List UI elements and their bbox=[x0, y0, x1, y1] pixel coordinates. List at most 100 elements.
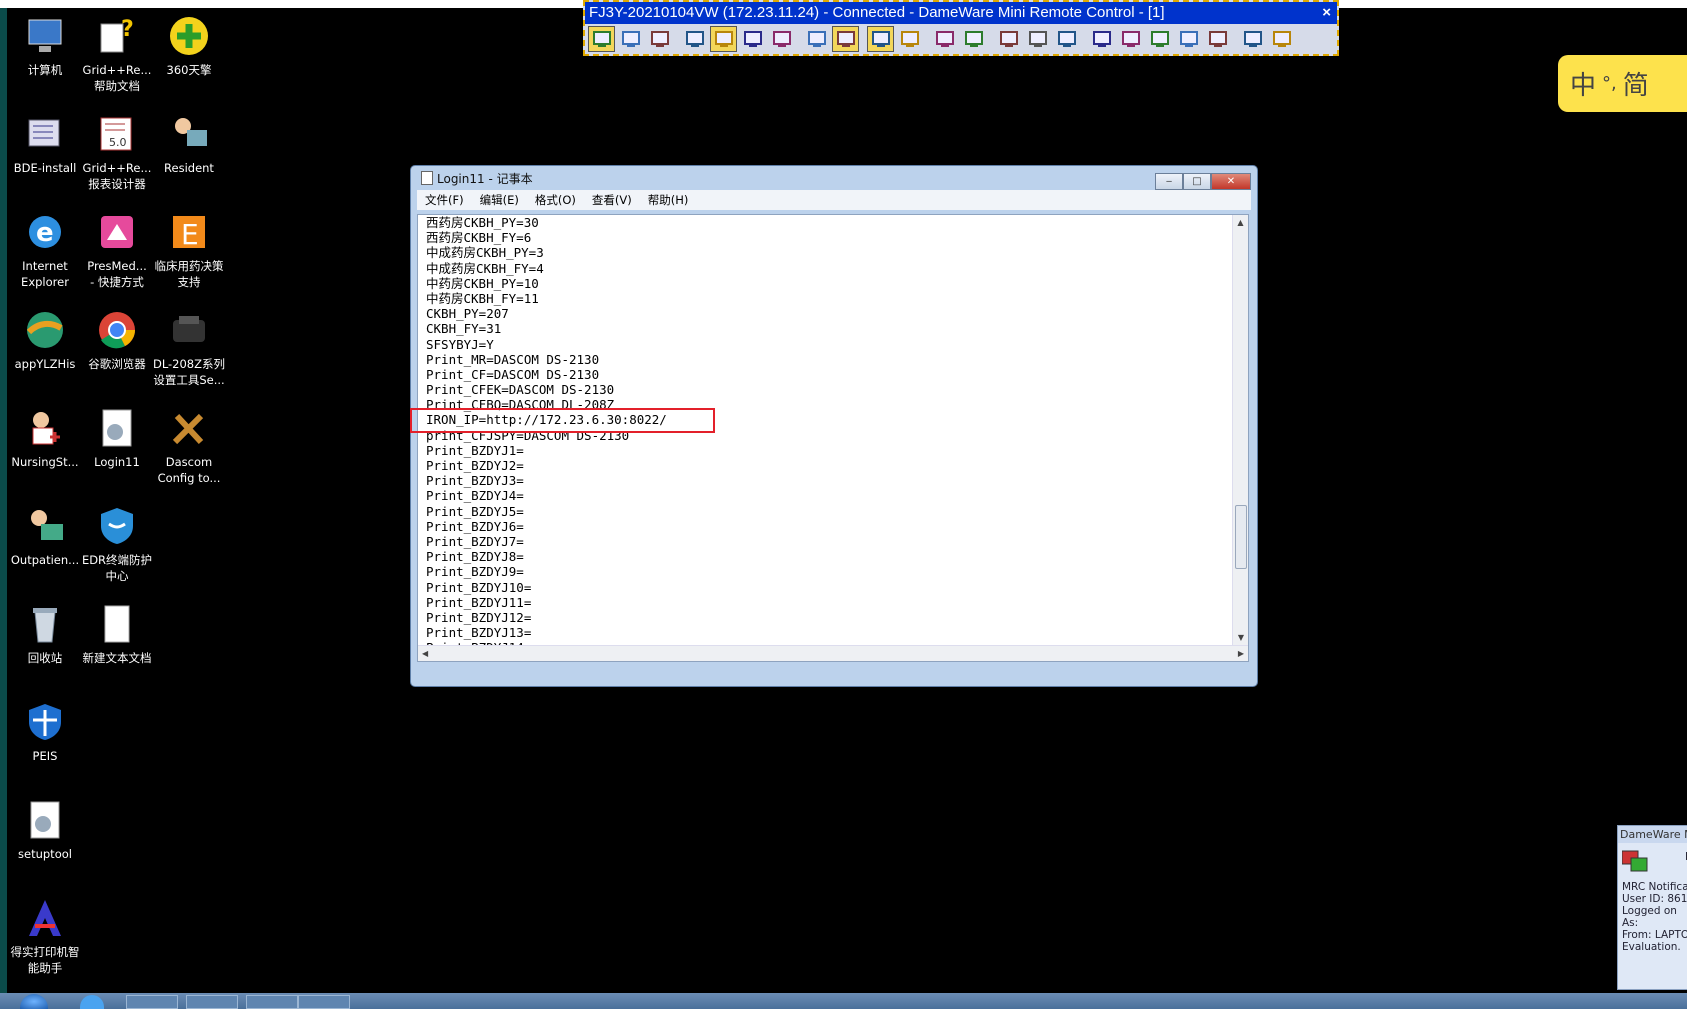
text-line: 中药房CKBH_FY=11 bbox=[426, 290, 539, 306]
ab-icon[interactable] bbox=[739, 26, 766, 52]
scroll-thumb[interactable] bbox=[1235, 505, 1247, 569]
text-line: Print_BZDYJ12= bbox=[426, 609, 532, 625]
flag-icon[interactable] bbox=[896, 26, 923, 52]
desktop-icon[interactable]: Login11 bbox=[78, 406, 156, 470]
printer-tool-icon bbox=[173, 316, 205, 342]
menu-item[interactable]: 格式(O) bbox=[527, 192, 584, 208]
move-icon[interactable] bbox=[710, 26, 737, 52]
close-button[interactable]: ✕ bbox=[1211, 173, 1251, 190]
notepad-title-bar[interactable]: Login11 - 记事本 ‒ □ ✕ bbox=[411, 166, 1257, 190]
desktop-icon-label: Resident bbox=[164, 161, 214, 175]
nursing-icon bbox=[32, 412, 60, 445]
taskbar-button-4[interactable] bbox=[298, 995, 350, 1009]
text-line: SFSYBYJ=Y bbox=[426, 336, 494, 352]
screen-icon[interactable] bbox=[617, 26, 644, 52]
close-remote-icon[interactable] bbox=[1146, 26, 1173, 52]
transfer-icon[interactable] bbox=[1088, 26, 1115, 52]
keyboard-icon[interactable] bbox=[832, 26, 859, 52]
desktop-icon-label: Outpatien... bbox=[10, 553, 80, 567]
cursor-select-icon[interactable] bbox=[867, 26, 894, 52]
notepad-text-area[interactable]: 西药房CKBH_PY=30 西药房CKBH_FY=6 中成药房CKBH_PY=3 中成… bbox=[417, 214, 1249, 662]
desktop-icon-label: EDR终端防护 中心 bbox=[81, 553, 153, 583]
scroll-up-icon[interactable]: ▲ bbox=[1233, 215, 1248, 231]
desktop-icon[interactable]: 新建文本文档 bbox=[78, 602, 156, 666]
svg-text:?: ? bbox=[121, 17, 134, 42]
edit-icon[interactable] bbox=[1268, 26, 1295, 52]
desktop-icon[interactable]: Resident bbox=[150, 112, 228, 176]
text-line: Print_BZDYJ10= bbox=[426, 579, 532, 595]
toolbar-separator bbox=[797, 26, 801, 52]
minimize-button[interactable]: ‒ bbox=[1155, 173, 1183, 190]
print-preview-icon[interactable] bbox=[1053, 26, 1080, 52]
ime-lang-toggle[interactable]: 中 bbox=[1570, 65, 1596, 102]
svg-text:5.0: 5.0 bbox=[109, 136, 127, 149]
taskbar-button-2[interactable] bbox=[186, 995, 238, 1009]
desktop-icon[interactable]: EDR终端防护 中心 bbox=[78, 504, 156, 584]
start-button[interactable] bbox=[20, 994, 48, 1009]
desktop-icon[interactable]: 360天擎 bbox=[150, 14, 228, 78]
share-icon[interactable] bbox=[1175, 26, 1202, 52]
ie-taskbar-icon[interactable] bbox=[80, 995, 104, 1009]
maximize-button[interactable]: □ bbox=[1183, 173, 1211, 190]
monitor-glasses-icon[interactable] bbox=[803, 26, 830, 52]
taskbar-button-3[interactable] bbox=[246, 995, 298, 1009]
dameware-close-button[interactable]: × bbox=[1322, 2, 1331, 24]
settings-wand-icon[interactable] bbox=[960, 26, 987, 52]
ime-punct-toggle[interactable]: °, bbox=[1602, 73, 1617, 94]
outpatient-icon bbox=[31, 510, 63, 540]
scroll-right-icon[interactable]: ▶ bbox=[1238, 646, 1244, 661]
desktop-icon-label: BDE-install bbox=[13, 161, 77, 175]
copy-window-icon[interactable] bbox=[1239, 26, 1266, 52]
taskbar-button-1[interactable] bbox=[126, 995, 178, 1009]
desktop-icon[interactable]: NursingSt... bbox=[6, 406, 84, 470]
print-icon[interactable] bbox=[1024, 26, 1051, 52]
menu-item[interactable]: 文件(F) bbox=[417, 192, 472, 208]
ime-language-bar[interactable]: 中 °, 简 bbox=[1558, 55, 1687, 112]
desktop-icon[interactable]: 得实打印机智 能助手 bbox=[6, 896, 84, 976]
dameware-notification[interactable]: DameWare M M MRC Notificati User ID: 861… bbox=[1617, 825, 1687, 990]
text-line: Print_BZDYJ13= bbox=[426, 625, 532, 641]
grid-icon[interactable] bbox=[931, 26, 958, 52]
menu-item[interactable]: 查看(V) bbox=[584, 192, 640, 208]
menu-item[interactable]: 编辑(E) bbox=[472, 192, 527, 208]
desktop-icon[interactable]: 回收站 bbox=[6, 602, 84, 666]
desktop-icon-label: Internet Explorer bbox=[21, 259, 69, 289]
desktop-icon[interactable]: 计算机 bbox=[6, 14, 84, 78]
desktop-icon-label: PEIS bbox=[32, 749, 58, 763]
vertical-scrollbar[interactable]: ▲ ▼ bbox=[1232, 215, 1248, 646]
desktop-icon[interactable]: E 临床用药决策 支持 bbox=[150, 210, 228, 290]
desktop-icon-label: Grid++Re... 报表设计器 bbox=[82, 161, 152, 191]
desktop-icon[interactable]: 谷歌浏览器 bbox=[78, 308, 156, 372]
desktop-icon[interactable]: e Internet Explorer bbox=[6, 210, 84, 290]
desktop-icon[interactable]: PresMed... - 快捷方式 bbox=[78, 210, 156, 290]
desktop-icon[interactable]: DL-208Z系列 设置工具Se... bbox=[150, 308, 228, 388]
window-icon[interactable] bbox=[1117, 26, 1144, 52]
view-icon[interactable] bbox=[681, 26, 708, 52]
toolbar-separator bbox=[925, 26, 929, 52]
menu-item[interactable]: 帮助(H) bbox=[640, 192, 697, 208]
desktop-icon[interactable]: BDE-install bbox=[6, 112, 84, 176]
desktop-icon[interactable]: 5.0 Grid++Re... 报表设计器 bbox=[78, 112, 156, 192]
scroll-left-icon[interactable]: ◀ bbox=[422, 646, 428, 661]
desktop-icon[interactable]: ? Grid++Re... 帮助文档 bbox=[78, 14, 156, 94]
desktop-icon[interactable]: setuptool bbox=[6, 798, 84, 862]
dameware-toolbar bbox=[585, 24, 1337, 54]
text-line: Print_BZDYJ1= bbox=[426, 442, 524, 458]
desktop-icon[interactable]: appYLZHis bbox=[6, 308, 84, 372]
ime-mode-toggle[interactable]: 简 bbox=[1623, 65, 1649, 102]
desktop-icon[interactable]: PEIS bbox=[6, 700, 84, 764]
disconnect-icon[interactable] bbox=[646, 26, 673, 52]
pointer-tool-icon[interactable] bbox=[588, 26, 615, 52]
desktop-icon[interactable]: Dascom Config to... bbox=[150, 406, 228, 486]
text-line: Print_BZDYJ4= bbox=[426, 488, 524, 504]
horizontal-scrollbar[interactable]: ◀ ▶ bbox=[418, 645, 1248, 661]
desktop-icon[interactable]: Outpatien... bbox=[6, 504, 84, 568]
scroll-down-icon[interactable]: ▼ bbox=[1233, 630, 1249, 646]
screenshot-icon[interactable] bbox=[995, 26, 1022, 52]
computer-icon bbox=[28, 19, 62, 52]
remote-share-icon[interactable] bbox=[1204, 26, 1231, 52]
dameware-title-bar[interactable]: FJ3Y-20210104VW (172.23.11.24) - Connect… bbox=[585, 2, 1337, 24]
notification-title: DameWare M bbox=[1618, 826, 1687, 843]
lock-icon[interactable] bbox=[768, 26, 795, 52]
help-doc-icon: ? bbox=[100, 17, 134, 53]
